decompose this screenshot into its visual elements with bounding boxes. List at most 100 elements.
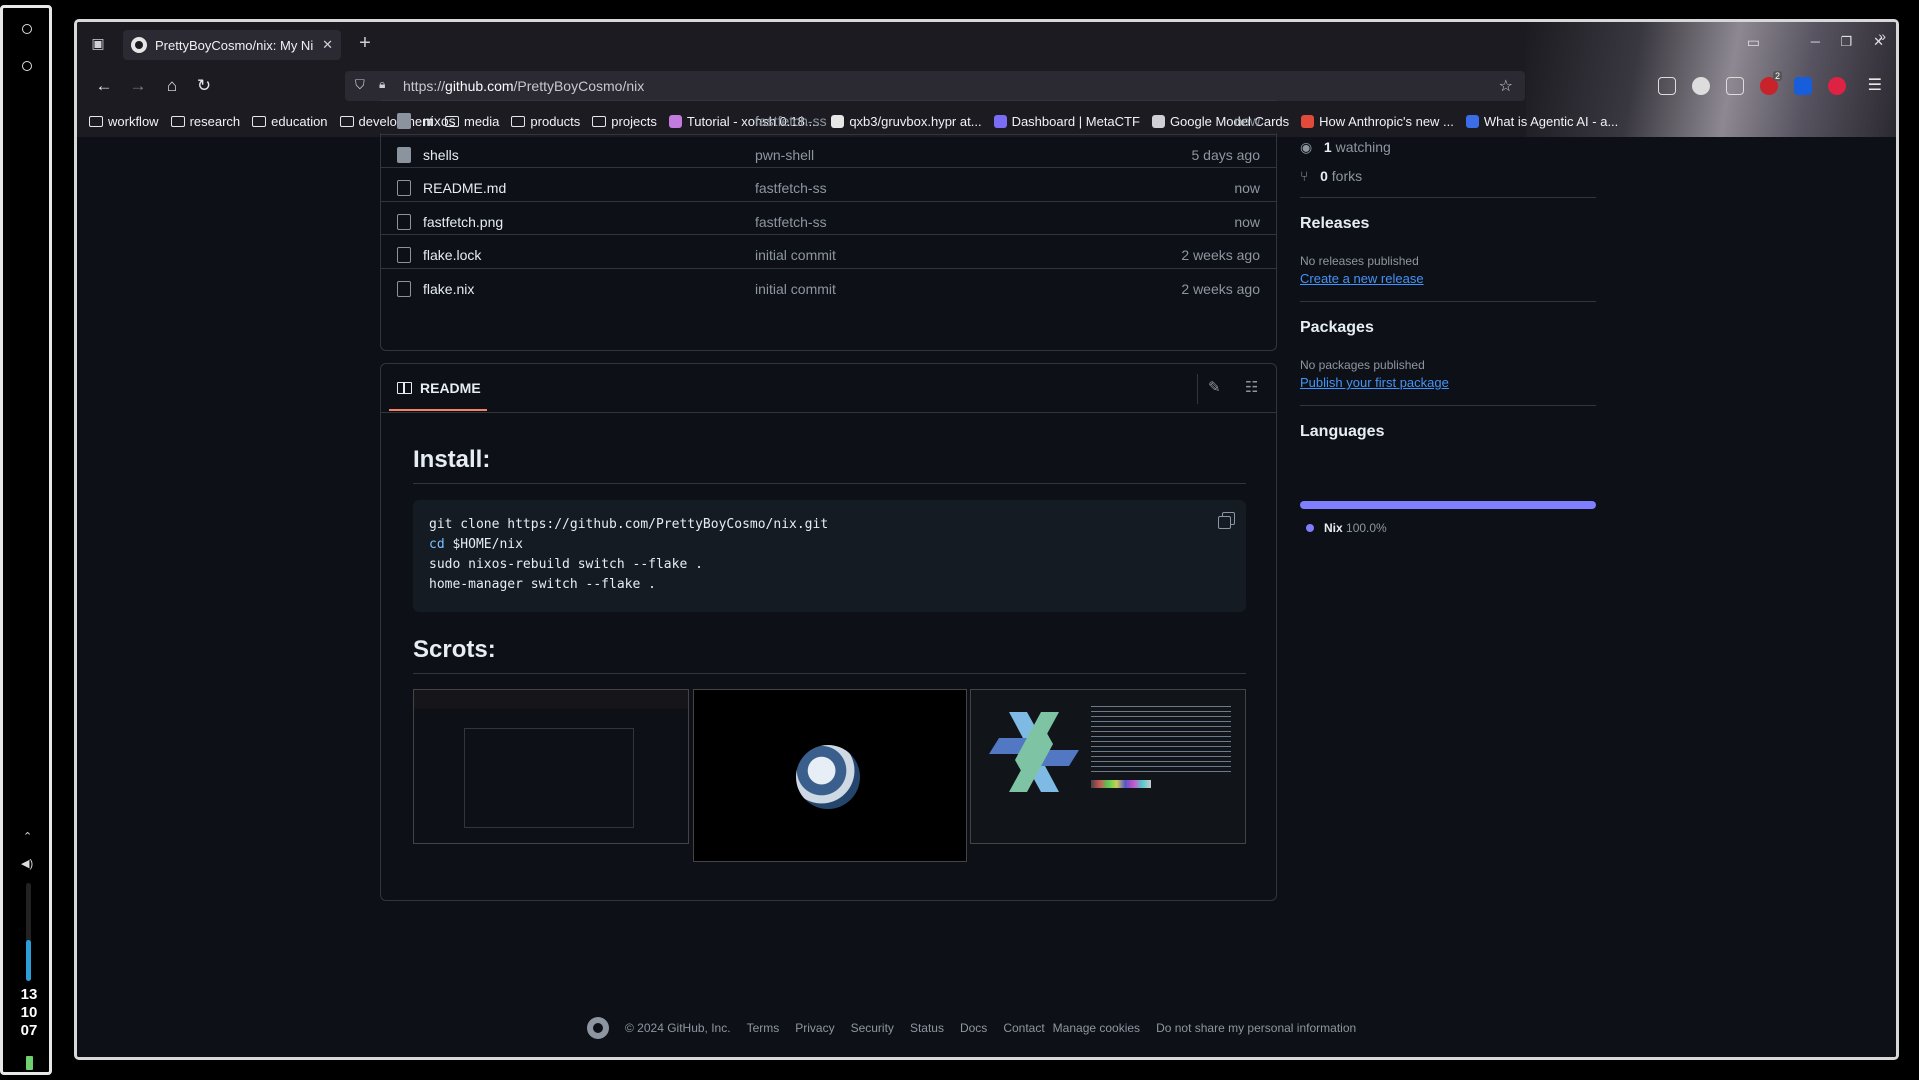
- readme-box: README ✎ ☷ Install: git clone https://gi…: [380, 363, 1277, 901]
- commit-message[interactable]: initial commit: [755, 247, 836, 263]
- footer-link[interactable]: Contact: [1003, 1021, 1044, 1035]
- readme-tab[interactable]: README: [397, 380, 481, 396]
- section-divider: [1300, 301, 1596, 302]
- file-name[interactable]: fastfetch.png: [423, 214, 503, 230]
- packages-heading[interactable]: Packages: [1300, 319, 1374, 337]
- watchers[interactable]: ◉ 1 watching: [1300, 139, 1391, 156]
- file-icon: [397, 180, 411, 196]
- screenshot-wallpaper[interactable]: [693, 689, 967, 862]
- file-name[interactable]: shells: [423, 147, 459, 163]
- bookmarks-overflow-icon[interactable]: »: [1878, 28, 1886, 44]
- new-tab-button[interactable]: +: [353, 32, 377, 56]
- commit-age: 2 weeks ago: [1181, 280, 1260, 297]
- back-icon[interactable]: ←: [91, 73, 117, 99]
- github-logo-icon[interactable]: [587, 1017, 609, 1039]
- heading-rule: [413, 483, 1246, 484]
- commit-message[interactable]: initial commit: [755, 281, 836, 297]
- fastfetch-info-text: [1091, 702, 1231, 772]
- bookmark-item[interactable]: How Anthropic's new ...: [1301, 114, 1454, 129]
- ublock-icon[interactable]: 2: [1760, 71, 1782, 95]
- tray-expand-icon[interactable]: ⌃: [23, 830, 32, 843]
- commit-age: 5 days ago: [1191, 146, 1261, 163]
- pocket-icon[interactable]: [1658, 77, 1676, 95]
- section-divider: [1300, 405, 1596, 406]
- volume-slider[interactable]: [26, 883, 31, 981]
- readme-header: README ✎ ☷: [381, 364, 1276, 413]
- color-palette: [1091, 780, 1151, 788]
- releases-heading[interactable]: Releases: [1300, 215, 1369, 233]
- file-row[interactable]: flake.nix initial commit 2 weeks ago: [381, 267, 1276, 309]
- bookmark-star-icon[interactable]: ☆: [1499, 76, 1513, 96]
- screenshot-browser[interactable]: [413, 689, 689, 844]
- browser-window: ▣ PrettyBoyCosmo/nix: My Ni ✕ + ▭ ─ ❐ ✕ …: [74, 19, 1899, 1060]
- volume-icon[interactable]: ◀): [21, 857, 33, 870]
- home-icon[interactable]: ⌂: [159, 73, 185, 99]
- footer: © 2024 GitHub, Inc. Terms Privacy Security…: [587, 1017, 1356, 1039]
- reload-icon[interactable]: ↻: [191, 73, 217, 99]
- workspace-2-indicator[interactable]: [22, 61, 32, 71]
- restore-icon[interactable]: ❐: [1840, 34, 1852, 50]
- screenshot-fastfetch[interactable]: [970, 689, 1246, 844]
- tracking-shield-icon[interactable]: ⛉: [355, 77, 365, 93]
- code-text: $HOME/nix: [444, 537, 523, 552]
- commit-message[interactable]: fastfetch-ss: [755, 214, 827, 230]
- edit-pencil-icon[interactable]: ✎: [1208, 378, 1221, 396]
- commit-message[interactable]: fastfetch-ss: [755, 113, 827, 129]
- language-color-dot: [1306, 524, 1314, 532]
- commit-message[interactable]: pwn-shell: [755, 147, 814, 163]
- sidebar-toggle-icon[interactable]: ▭: [1747, 34, 1760, 51]
- outline-list-icon[interactable]: ☷: [1245, 378, 1258, 396]
- file-name[interactable]: README.md: [423, 180, 506, 196]
- bookmark-label: What is Agentic AI - a...: [1483, 113, 1619, 129]
- install-heading: Install:: [413, 446, 491, 473]
- tab-list-icon[interactable]: ▣: [87, 32, 109, 54]
- lock-icon[interactable]: 🔒︎: [379, 77, 385, 92]
- footer-link[interactable]: Security: [851, 1021, 894, 1035]
- copy-icon[interactable]: [1218, 512, 1235, 529]
- extension-icon[interactable]: [1828, 77, 1846, 95]
- forward-icon[interactable]: →: [125, 73, 151, 99]
- footer-link[interactable]: Terms: [747, 1021, 780, 1035]
- copyright: © 2024 GitHub, Inc.: [625, 1021, 731, 1035]
- system-bar: ⌃ ◀) 13 10 07: [0, 5, 52, 1075]
- tab-title: PrettyBoyCosmo/nix: My Ni: [155, 37, 314, 53]
- tab-bar: ▣ PrettyBoyCosmo/nix: My Ni ✕ + ▭ ─ ❐ ✕: [77, 22, 1896, 66]
- menu-icon[interactable]: ☰: [1868, 75, 1882, 95]
- file-name[interactable]: flake.nix: [423, 281, 474, 297]
- battery-icon: [26, 1056, 33, 1070]
- commit-message[interactable]: fastfetch-ss: [755, 180, 827, 196]
- bookmark-item[interactable]: research: [170, 114, 240, 129]
- folder-icon: [397, 146, 411, 163]
- forks[interactable]: ⑂ 0 forks: [1300, 168, 1362, 184]
- section-divider: [1300, 197, 1596, 198]
- bookmark-item[interactable]: What is Agentic AI - a...: [1465, 113, 1619, 129]
- readme-tab-underline: [389, 409, 487, 411]
- publish-package-link[interactable]: Publish your first package: [1300, 375, 1449, 390]
- bookmark-item[interactable]: workflow: [89, 114, 159, 129]
- tab-active[interactable]: PrettyBoyCosmo/nix: My Ni ✕: [123, 30, 341, 60]
- bookmark-label: workflow: [108, 113, 159, 129]
- file-name[interactable]: flake.lock: [423, 247, 481, 263]
- profile-icon[interactable]: [1692, 77, 1710, 95]
- extensions-icon[interactable]: [1726, 77, 1744, 95]
- readme-tab-label: README: [420, 380, 481, 396]
- footer-link[interactable]: Docs: [960, 1021, 987, 1035]
- bookmark-item[interactable]: education: [252, 113, 328, 129]
- footer-link[interactable]: Privacy: [795, 1021, 834, 1035]
- footer-link[interactable]: Status: [910, 1021, 944, 1035]
- screenshot-thumbnail-detail: [464, 728, 634, 828]
- close-tab-icon[interactable]: ✕: [322, 37, 333, 53]
- file-name[interactable]: nixos: [423, 113, 456, 129]
- workspace-1-indicator[interactable]: [22, 24, 32, 34]
- url-bar[interactable]: ⛉ 🔒︎ https://github.com/PrettyBoyCosmo/n…: [345, 71, 1525, 101]
- bookmark-label: education: [271, 113, 328, 129]
- bitwarden-icon[interactable]: [1794, 77, 1812, 95]
- language-entry[interactable]: Nix 100.0%: [1324, 521, 1387, 535]
- footer-link[interactable]: Do not share my personal information: [1156, 1021, 1356, 1035]
- language-bar: [1300, 501, 1596, 509]
- file-icon: [397, 280, 411, 297]
- create-release-link[interactable]: Create a new release: [1300, 271, 1424, 286]
- footer-link[interactable]: Manage cookies: [1053, 1021, 1140, 1035]
- url-text[interactable]: https://github.com/PrettyBoyCosmo/nix: [403, 78, 644, 94]
- minimize-icon[interactable]: ─: [1811, 34, 1820, 49]
